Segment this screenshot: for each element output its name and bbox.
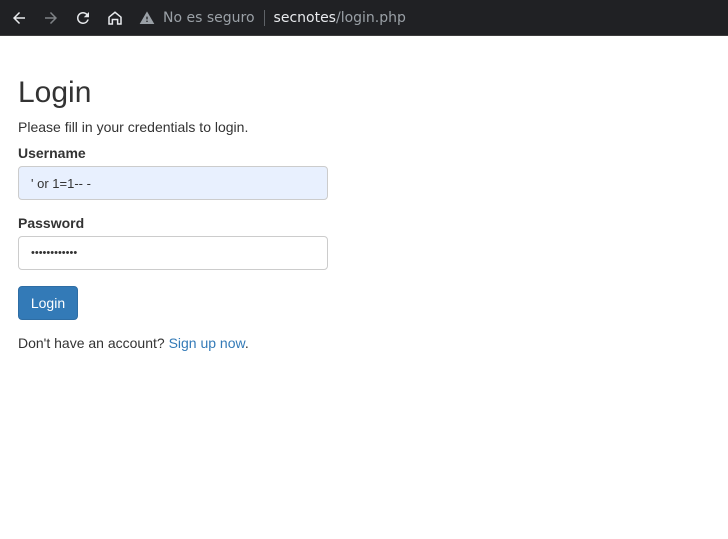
- signup-link[interactable]: Sign up now: [169, 335, 245, 351]
- home-button[interactable]: [99, 2, 131, 34]
- url-divider: [263, 9, 265, 26]
- address-bar[interactable]: No es seguro secnotes/login.php: [139, 4, 728, 32]
- signup-period: .: [244, 335, 249, 351]
- back-arrow-icon: [13, 11, 25, 24]
- login-button[interactable]: Login: [18, 286, 78, 320]
- reload-button[interactable]: [67, 2, 99, 34]
- url-path: /login.php: [335, 9, 406, 26]
- username-value: ' or 1=1-- -: [31, 175, 91, 191]
- signup-prompt-text: Don't have an account?: [18, 335, 165, 351]
- page-title: Login: [18, 76, 92, 109]
- security-status[interactable]: No es seguro: [163, 10, 255, 26]
- warning-icon[interactable]: [139, 10, 155, 26]
- signup-prompt: Don't have an account? Sign up now.: [18, 334, 728, 352]
- home-icon: [108, 10, 122, 25]
- page-subtitle: Please fill in your credentials to login…: [18, 119, 249, 135]
- login-page: Login Please fill in your credentials to…: [0, 36, 728, 352]
- username-input[interactable]: ' or 1=1-- -: [18, 166, 328, 200]
- password-value: ••••••••••••: [31, 247, 78, 259]
- reload-icon: [77, 11, 89, 24]
- back-button[interactable]: [3, 2, 35, 34]
- forward-button[interactable]: [35, 2, 67, 34]
- browser-toolbar: No es seguro secnotes/login.php: [0, 0, 728, 36]
- username-label: Username: [18, 145, 86, 161]
- password-label: Password: [18, 215, 85, 231]
- forward-arrow-icon: [45, 11, 57, 24]
- password-input[interactable]: ••••••••••••: [18, 236, 328, 270]
- url-host: secnotes: [273, 9, 336, 26]
